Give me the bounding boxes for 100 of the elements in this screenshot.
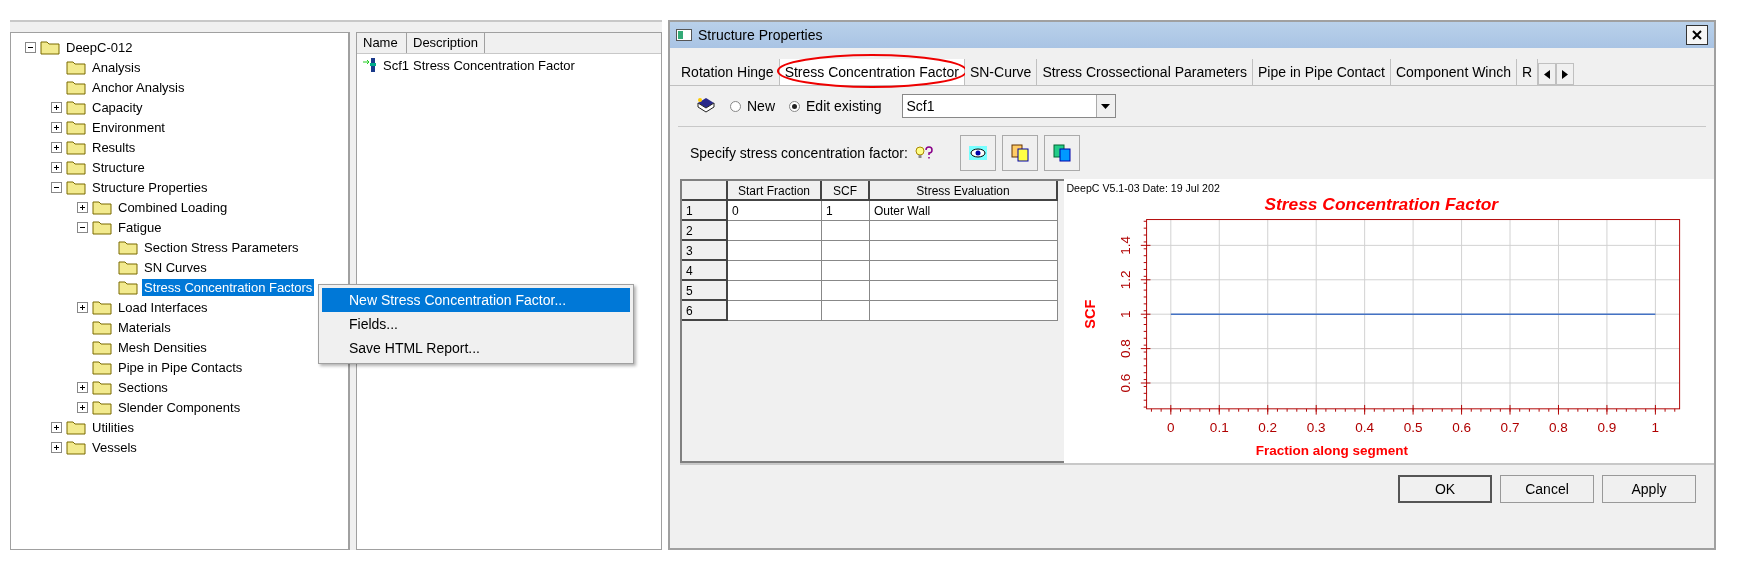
expand-icon[interactable] — [77, 381, 88, 393]
copy-icon — [1010, 144, 1029, 162]
folder-icon — [66, 59, 86, 75]
tree-item[interactable]: Pipe in Pipe Contacts — [116, 358, 245, 376]
item-description: Stress Concentration Factor — [413, 57, 575, 73]
y-tick-label: 1.4 — [1118, 235, 1134, 255]
tree-item[interactable]: Environment — [90, 118, 167, 136]
folder-icon — [66, 79, 86, 95]
tree-item[interactable]: Vessels — [90, 438, 139, 456]
tree-item[interactable]: Stress Concentration Factors — [142, 278, 315, 296]
row-header: 1 — [682, 201, 728, 221]
table-cell[interactable] — [728, 221, 822, 241]
table-cell[interactable] — [870, 221, 1058, 241]
tree-item[interactable]: Load Interfaces — [116, 298, 210, 316]
table-cell[interactable] — [870, 281, 1058, 301]
table-cell[interactable] — [822, 301, 870, 321]
chart-title: Stress Concentration Factor — [1264, 193, 1499, 214]
folder-icon — [92, 399, 112, 415]
expand-icon[interactable] — [77, 201, 88, 213]
tree-item[interactable]: Anchor Analysis — [90, 78, 187, 96]
table-cell[interactable]: 0 — [728, 201, 822, 221]
tree-item[interactable]: Capacity — [90, 98, 145, 116]
expand-icon[interactable] — [77, 301, 88, 313]
element-icon — [363, 57, 379, 73]
tree-item[interactable]: Analysis — [90, 58, 143, 76]
tree-item[interactable]: Mesh Densities — [116, 338, 209, 356]
menu-item[interactable]: Fields... — [322, 312, 630, 336]
folder-icon — [66, 139, 86, 155]
x-tick-label: 0.9 — [1597, 420, 1617, 435]
tree-item[interactable]: SN Curves — [142, 258, 209, 276]
folder-icon — [118, 259, 138, 275]
table-cell[interactable]: Outer Wall — [870, 201, 1058, 221]
eye-icon — [967, 145, 988, 161]
corner-cell — [682, 181, 728, 201]
collapse-icon[interactable] — [25, 41, 36, 53]
dialog-button[interactable]: Cancel — [1500, 475, 1594, 503]
menu-item[interactable]: Save HTML Report... — [322, 336, 630, 360]
tab-scroll-left[interactable] — [1538, 63, 1557, 85]
expand-icon[interactable] — [51, 141, 62, 153]
paste-button[interactable] — [1043, 135, 1080, 171]
help-icon[interactable] — [913, 145, 934, 161]
tree-item[interactable]: Results — [90, 138, 138, 156]
row-header: 4 — [682, 261, 728, 281]
tree-item[interactable]: Structure — [90, 158, 147, 176]
column-header[interactable]: Name — [357, 33, 407, 53]
item-name[interactable]: Scf1 — [383, 57, 409, 73]
expand-icon[interactable] — [77, 401, 88, 413]
view-button[interactable] — [959, 135, 996, 171]
left-arrow-icon — [1544, 69, 1551, 79]
tab[interactable]: SN-Curve — [964, 59, 1038, 85]
tree-item[interactable]: Utilities — [90, 418, 136, 436]
table-cell[interactable] — [728, 301, 822, 321]
table-cell[interactable] — [822, 281, 870, 301]
tree-item[interactable]: DeepC-012 — [64, 38, 135, 56]
tree-item[interactable]: Combined Loading — [116, 198, 230, 216]
tree-item[interactable]: Materials — [116, 318, 173, 336]
table-cell[interactable] — [728, 261, 822, 281]
close-button[interactable] — [1686, 25, 1708, 45]
expand-icon[interactable] — [51, 421, 62, 433]
y-tick-label: 0.8 — [1118, 339, 1134, 358]
tree-item[interactable]: Fatigue — [116, 218, 164, 236]
expand-icon[interactable] — [51, 441, 62, 453]
column-header[interactable]: Description — [407, 33, 486, 53]
collapse-icon[interactable] — [77, 221, 88, 233]
dialog-button[interactable]: Apply — [1602, 475, 1696, 503]
x-tick-label: 0.3 — [1306, 420, 1326, 435]
table-cell[interactable] — [728, 281, 822, 301]
column-header: Start Fraction — [728, 181, 822, 201]
tree-item[interactable]: Sections — [116, 378, 170, 396]
column-header: Stress Evaluation — [870, 181, 1058, 201]
menu-item[interactable]: New Stress Concentration Factor... — [322, 288, 630, 312]
table-cell[interactable] — [822, 261, 870, 281]
folder-icon — [118, 239, 138, 255]
table-cell[interactable] — [870, 261, 1058, 281]
expand-icon[interactable] — [51, 101, 62, 113]
tab-scroll-right[interactable] — [1556, 63, 1575, 85]
dropdown[interactable]: Scf1 — [901, 94, 1116, 118]
tree-item[interactable]: Structure Properties — [90, 178, 210, 196]
table-cell[interactable] — [728, 241, 822, 261]
table-cell[interactable] — [822, 221, 870, 241]
y-tick-label: 1 — [1118, 310, 1134, 318]
caret-icon — [1101, 103, 1110, 109]
folder-icon — [92, 219, 112, 235]
expand-icon[interactable] — [51, 121, 62, 133]
x-tick-label: 0.4 — [1355, 420, 1375, 435]
tree-item[interactable]: Section Stress Parameters — [142, 238, 301, 256]
right-arrow-icon — [1562, 69, 1569, 79]
folder-icon — [118, 279, 138, 295]
expand-icon[interactable] — [51, 161, 62, 173]
x-tick-label: 0.7 — [1500, 420, 1520, 435]
table-cell[interactable] — [870, 241, 1058, 261]
table-cell[interactable]: 1 — [822, 201, 870, 221]
collapse-icon[interactable] — [51, 181, 62, 193]
copy-button[interactable] — [1001, 135, 1038, 171]
table-cell[interactable] — [870, 301, 1058, 321]
table-cell[interactable] — [822, 241, 870, 261]
tree-item[interactable]: Slender Components — [116, 398, 243, 416]
radio-button[interactable]: New — [730, 98, 775, 114]
radio-button[interactable]: Edit existing — [789, 98, 882, 114]
dialog-button[interactable]: OK — [1398, 475, 1492, 503]
